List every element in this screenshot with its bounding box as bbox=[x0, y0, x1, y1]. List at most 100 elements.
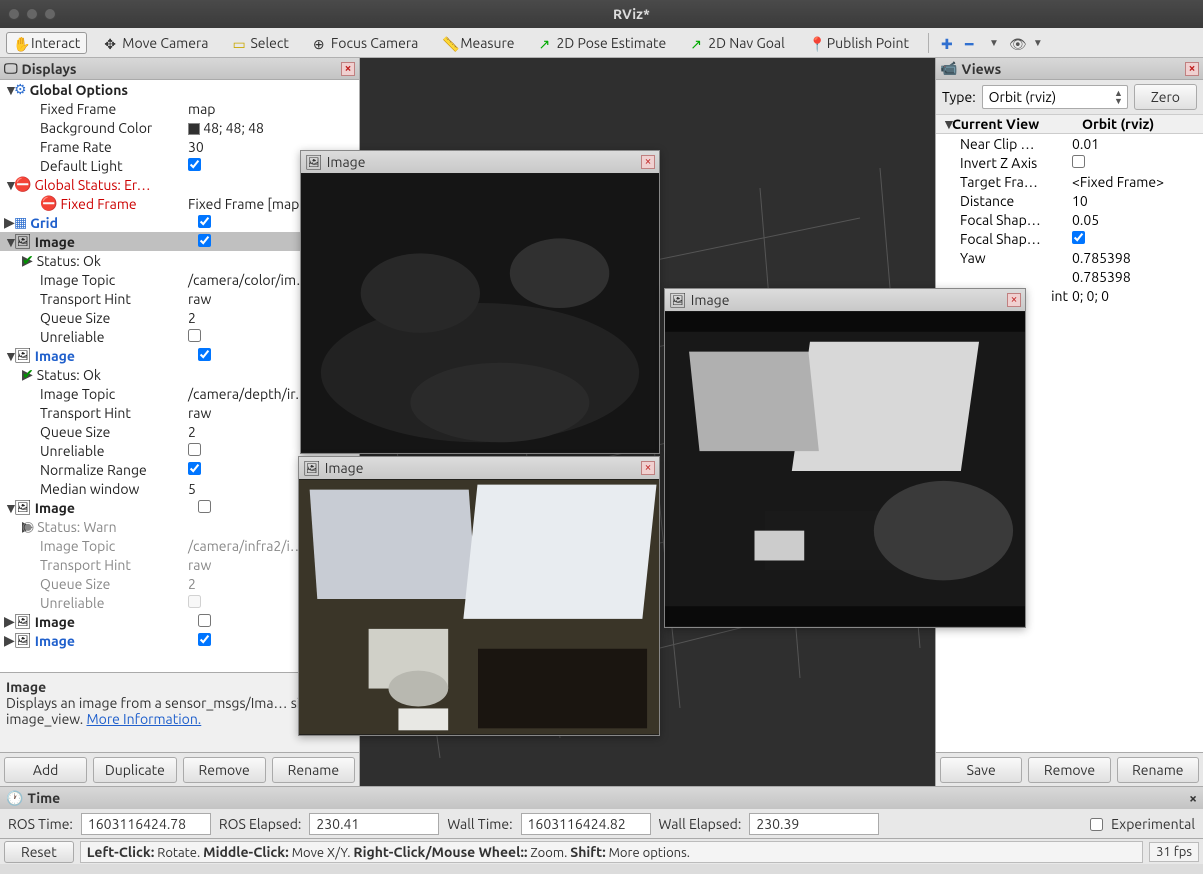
main-toolbar: ✋ Interact ✥ Move Camera ▭ Select ⊕ Focu… bbox=[0, 28, 1203, 58]
image5-checkbox[interactable] bbox=[198, 633, 211, 646]
distance-value[interactable]: 10 bbox=[1072, 193, 1203, 209]
zero-button[interactable]: Zero bbox=[1134, 84, 1197, 110]
expand-toggle[interactable]: ▼ bbox=[4, 348, 14, 364]
close-icon[interactable]: × bbox=[1007, 293, 1021, 307]
pose-estimate-button[interactable]: ↗ 2D Pose Estimate bbox=[532, 32, 674, 54]
move-camera-label: Move Camera bbox=[122, 35, 208, 51]
image-infra-content bbox=[665, 311, 1025, 627]
ros-time-label: ROS Time: bbox=[8, 816, 73, 832]
expand-toggle[interactable]: ▼ bbox=[4, 234, 14, 250]
image-depth-content bbox=[301, 173, 659, 453]
target-frame-value[interactable]: <Fixed Frame> bbox=[1072, 174, 1203, 190]
unreliable-checkbox[interactable] bbox=[188, 443, 201, 456]
focal-shape-size-value[interactable]: 0.05 bbox=[1072, 212, 1203, 228]
remove-button[interactable]: Remove bbox=[183, 757, 266, 783]
close-icon[interactable]: × bbox=[641, 461, 655, 475]
select-button[interactable]: ▭ Select bbox=[225, 32, 295, 54]
close-icon[interactable]: × bbox=[1185, 62, 1199, 76]
close-icon[interactable]: × bbox=[641, 155, 655, 169]
unreliable-checkbox[interactable] bbox=[188, 329, 201, 342]
minus-icon[interactable]: ━ bbox=[965, 36, 979, 50]
focus-camera-button[interactable]: ⊕ Focus Camera bbox=[306, 32, 425, 54]
interact-button[interactable]: ✋ Interact bbox=[6, 32, 87, 54]
publish-point-button[interactable]: 📍 Publish Point bbox=[802, 32, 916, 54]
measure-button[interactable]: 📏 Measure bbox=[435, 32, 521, 54]
chevron-down-icon[interactable]: ▼ bbox=[1033, 37, 1043, 49]
image-window-color[interactable]: 🖼Image× bbox=[298, 456, 660, 736]
unreliable-checkbox bbox=[188, 595, 201, 608]
expand-toggle[interactable]: ▶ bbox=[4, 214, 14, 231]
color-swatch-icon bbox=[188, 123, 200, 135]
image-window-infra[interactable]: 🖼Image× bbox=[664, 288, 1026, 628]
image-window-title: Image bbox=[327, 154, 366, 170]
bg-color-text: 48; 48; 48 bbox=[203, 120, 264, 136]
expand-toggle[interactable]: ▶ bbox=[4, 366, 22, 383]
duplicate-button[interactable]: Duplicate bbox=[93, 757, 176, 783]
check-icon: ✔ bbox=[22, 366, 34, 383]
expand-toggle[interactable]: ▶ bbox=[4, 632, 14, 649]
normalize-range-checkbox[interactable] bbox=[188, 462, 201, 475]
yaw-value[interactable]: 0.785398 bbox=[1072, 250, 1203, 266]
pitch-value[interactable]: 0.785398 bbox=[1072, 269, 1203, 285]
wall-time-input[interactable] bbox=[521, 813, 651, 835]
select-label: Select bbox=[250, 35, 288, 51]
maximize-window-icon[interactable] bbox=[44, 8, 56, 20]
image4-checkbox[interactable] bbox=[198, 614, 211, 627]
view-type-combo[interactable]: Orbit (rviz) ▲▼ bbox=[982, 85, 1128, 109]
close-icon[interactable]: × bbox=[1189, 790, 1197, 806]
add-button[interactable]: Add bbox=[4, 757, 87, 783]
nav-goal-button[interactable]: ↗ 2D Nav Goal bbox=[683, 32, 792, 54]
image5-label[interactable]: Image bbox=[35, 633, 75, 649]
expand-toggle[interactable]: ▼ bbox=[4, 500, 14, 516]
focal-point-value[interactable]: 0; 0; 0 bbox=[1072, 288, 1203, 304]
close-icon[interactable]: × bbox=[341, 62, 355, 76]
clock-icon: 🕐 bbox=[6, 790, 23, 807]
move-icon: ✥ bbox=[104, 36, 118, 50]
status-ok-label: Status: Ok bbox=[37, 253, 101, 269]
close-window-icon[interactable] bbox=[8, 8, 20, 20]
image4-label[interactable]: Image bbox=[35, 614, 75, 630]
expand-toggle[interactable]: ▶ bbox=[4, 613, 14, 630]
chevron-down-icon[interactable]: ▼ bbox=[989, 37, 999, 49]
grid-checkbox[interactable] bbox=[198, 215, 211, 228]
window-titlebar: RViz* bbox=[0, 0, 1203, 28]
minimize-window-icon[interactable] bbox=[26, 8, 38, 20]
ros-time-input[interactable] bbox=[81, 813, 211, 835]
bg-color-value[interactable]: 48; 48; 48 bbox=[184, 120, 359, 136]
focal-shape-size-label: Focal Shap… bbox=[942, 212, 1072, 228]
rename-button[interactable]: Rename bbox=[272, 757, 355, 783]
image3-checkbox[interactable] bbox=[198, 500, 211, 513]
move-camera-button[interactable]: ✥ Move Camera bbox=[97, 32, 215, 54]
expand-toggle[interactable]: ▶ bbox=[4, 252, 22, 269]
image3-label[interactable]: Image bbox=[35, 500, 75, 516]
monitor-icon: 🖵 bbox=[4, 60, 18, 77]
default-light-checkbox[interactable] bbox=[188, 158, 201, 171]
rename-button[interactable]: Rename bbox=[1117, 757, 1199, 783]
image1-label[interactable]: Image bbox=[35, 234, 75, 250]
expand-toggle[interactable]: ▼ bbox=[4, 82, 14, 98]
image-window-depth[interactable]: 🖼Image× bbox=[300, 150, 660, 454]
expand-toggle[interactable]: ▼ bbox=[942, 116, 952, 132]
invert-z-checkbox[interactable] bbox=[1072, 155, 1085, 168]
image2-label[interactable]: Image bbox=[35, 348, 75, 364]
near-clip-value[interactable]: 0.01 bbox=[1072, 136, 1203, 152]
image-icon: 🖼 bbox=[669, 292, 687, 309]
grid-label[interactable]: Grid bbox=[30, 215, 58, 231]
image1-checkbox[interactable] bbox=[198, 234, 211, 247]
experimental-checkbox[interactable] bbox=[1090, 818, 1103, 831]
plus-icon[interactable]: ✚ bbox=[941, 36, 955, 50]
eye-icon[interactable]: 👁 bbox=[1009, 36, 1023, 50]
more-info-link[interactable]: More Information. bbox=[86, 711, 201, 727]
expand-toggle[interactable]: ▶ bbox=[4, 518, 22, 535]
remove-button[interactable]: Remove bbox=[1028, 757, 1110, 783]
expand-toggle[interactable]: ▼ bbox=[4, 177, 14, 193]
reset-button[interactable]: Reset bbox=[4, 841, 74, 863]
save-button[interactable]: Save bbox=[940, 757, 1022, 783]
fixed-frame-value[interactable]: map bbox=[184, 101, 359, 117]
wall-elapsed-input[interactable] bbox=[749, 813, 879, 835]
focal-shape-checkbox[interactable] bbox=[1072, 231, 1085, 244]
yaw-label: Yaw bbox=[942, 250, 1072, 266]
image2-checkbox[interactable] bbox=[198, 348, 211, 361]
ros-elapsed-input[interactable] bbox=[309, 813, 439, 835]
queue-size-label: Queue Size bbox=[4, 576, 184, 592]
